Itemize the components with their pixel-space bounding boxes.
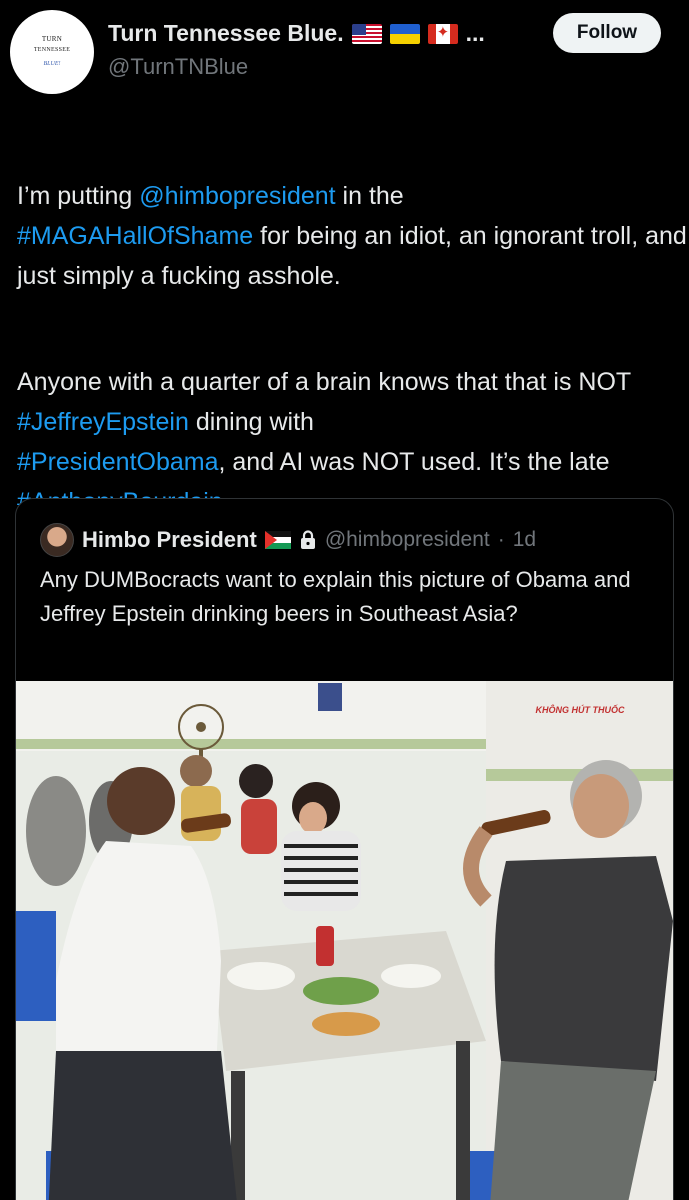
tweet-paragraph-1: I’m putting @himbopresident in the #MAGAH… [17,176,687,296]
quoted-tweet-photo[interactable]: KHÔNG HÚT THUỐC [16,681,673,1200]
tweet-page: TURN TENNESSEE BLUE! Turn Tennessee Blue… [0,0,689,1200]
svg-text:KHÔNG HÚT THUỐC: KHÔNG HÚT THUỐC [536,704,625,715]
palestine-flag-icon [264,531,291,549]
text-run: in the [335,182,404,210]
quoted-author-name[interactable]: Himbo President [82,527,257,553]
lock-icon [300,530,315,549]
text-run: dining with [188,408,314,436]
separator-dot: · [497,528,505,551]
avatar-logo-line3: BLUE! [43,61,61,67]
mention-link[interactable]: @himbopresident [139,182,335,210]
photo-illustration: KHÔNG HÚT THUỐC [16,681,673,1200]
text-run: I’m putting [17,182,140,210]
author-handle[interactable]: @TurnTNBlue [108,54,248,80]
quoted-tweet-text: Any DUMBocracts want to explain this pic… [40,567,631,626]
quoted-tweet-header: Himbo President @himbopresident · 1d [40,523,536,557]
canada-flag-icon [427,23,458,44]
quoted-author-avatar[interactable] [40,523,74,557]
profile-avatar[interactable]: TURN TENNESSEE BLUE! [10,10,94,94]
avatar-logo-line2: TENNESSEE [33,47,71,53]
hashtag-link[interactable]: #JeffreyEpstein [17,408,189,436]
no-smoking-sign: KHÔNG HÚT THUỐC [536,704,625,715]
display-name[interactable]: Turn Tennessee Blue. [108,20,344,47]
follow-button[interactable]: Follow [553,13,661,53]
hashtag-link[interactable]: #PresidentObama [17,448,219,476]
text-run: , and AI was NOT used. It’s the late [218,448,610,476]
avatar-logo-line1: TURN [41,35,63,43]
hashtag-link[interactable]: #MAGAHallOfShame [17,222,253,250]
us-flag-icon [351,23,382,44]
quoted-timestamp[interactable]: 1d [513,528,536,552]
author-name-row[interactable]: Turn Tennessee Blue. ... [108,20,485,47]
text-run: Anyone with a quarter of a brain knows t… [17,368,631,396]
quoted-author-handle[interactable]: @himbopresident [325,528,490,552]
name-ellipsis: ... [465,20,485,46]
ukraine-flag-icon [389,23,420,44]
quoted-tweet-card[interactable]: Himbo President @himbopresident · 1d Any… [15,498,674,1200]
